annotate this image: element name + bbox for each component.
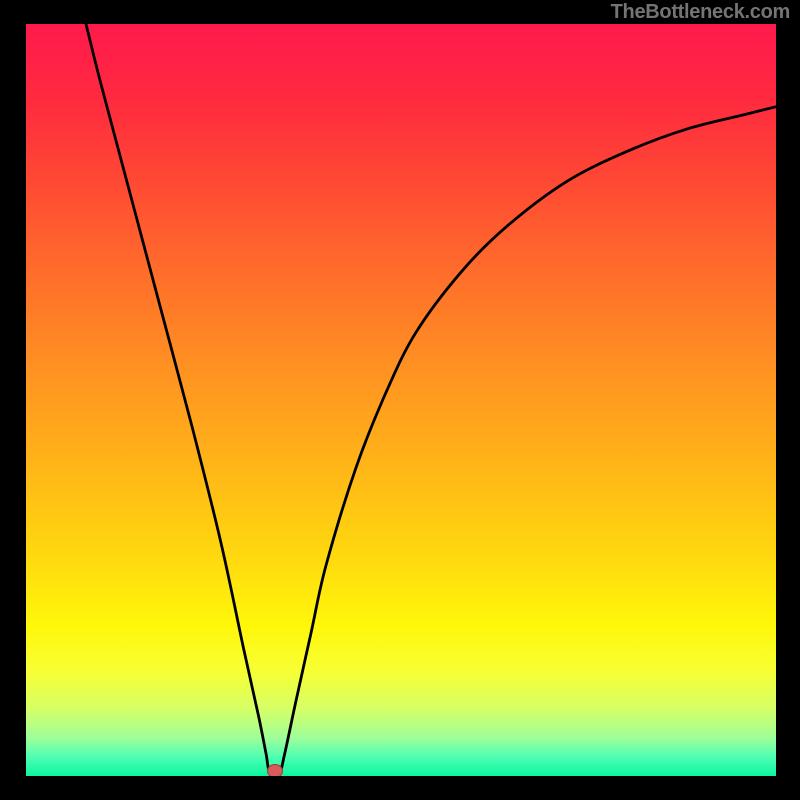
gradient-background (26, 24, 776, 776)
optimum-marker (267, 764, 283, 776)
plot-area (26, 24, 776, 776)
watermark-text: TheBottleneck.com (611, 0, 790, 24)
chart-container: TheBottleneck.com (0, 0, 800, 800)
